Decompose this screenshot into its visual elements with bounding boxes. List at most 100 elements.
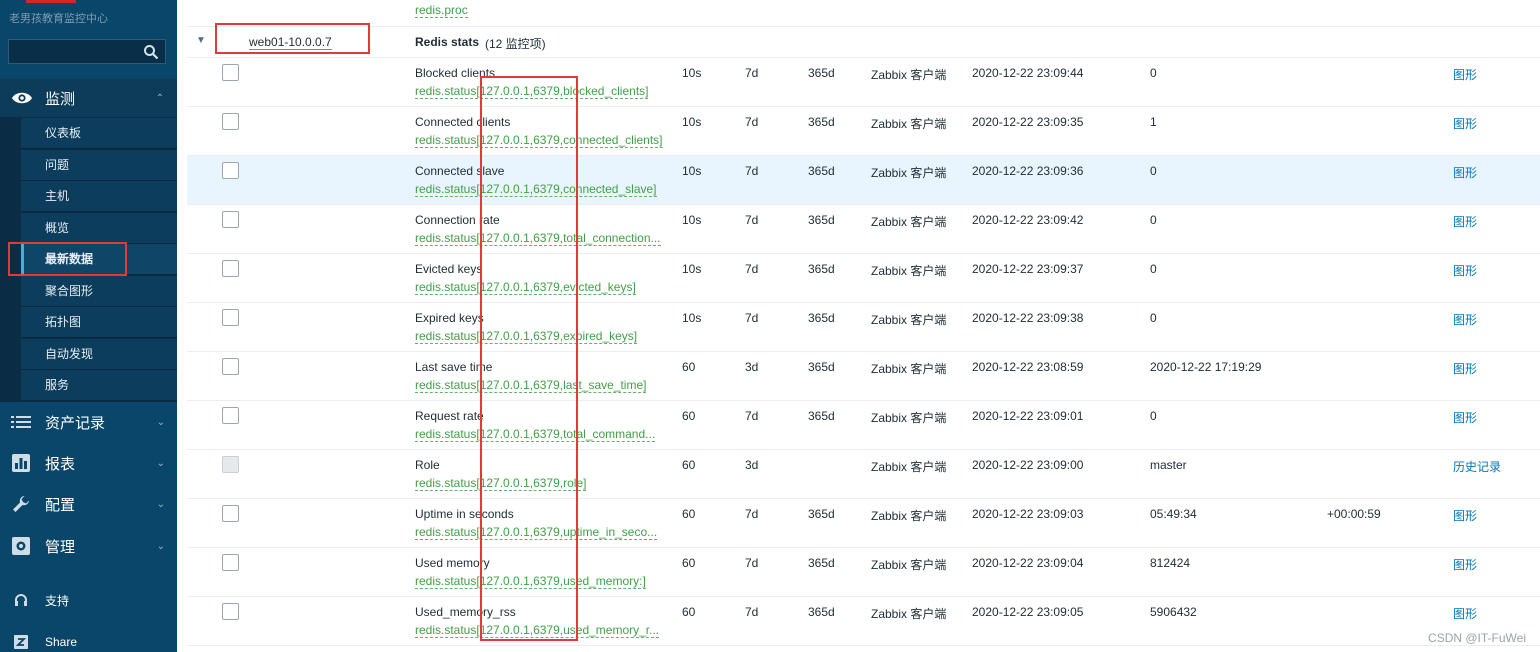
item-interval: 10s (682, 213, 702, 227)
item-key-link[interactable]: redis.status[127.0.0.1,6379,evicted_keys… (415, 280, 636, 295)
item-action-link[interactable]: 历史记录 (1453, 458, 1501, 475)
table-row: Connected clients redis.status[127.0.0.1,… (187, 107, 1540, 156)
row-checkbox (222, 456, 239, 473)
submenu-item-discovery[interactable]: 自动发现 (21, 339, 177, 370)
submenu-item-overview[interactable]: 概览 (21, 213, 177, 244)
monitor-submenu: 仪表板 问题 主机 概览 最新数据 聚合图形 拓扑图 自动发现 服务 (0, 117, 177, 402)
menu-monitor[interactable]: 监测 ⌃ (0, 79, 177, 117)
item-action-link[interactable]: 图形 (1453, 605, 1477, 622)
row-checkbox[interactable] (222, 505, 239, 522)
item-key-link[interactable]: redis.status[127.0.0.1,6379,connected_cl… (415, 133, 663, 148)
host-name[interactable]: web01-10.0.0.7 (249, 35, 332, 50)
menu-reports[interactable]: 报表 ⌄ (0, 445, 177, 481)
search-input[interactable] (8, 39, 166, 64)
list-icon (10, 415, 32, 429)
item-trends: 365d (808, 115, 835, 129)
item-action-link[interactable]: 图形 (1453, 507, 1477, 524)
zabbix-share-icon (10, 635, 32, 649)
item-last-check: 2020-12-22 23:09:04 (972, 556, 1084, 570)
row-checkbox[interactable] (222, 64, 239, 81)
row-checkbox[interactable] (222, 554, 239, 571)
item-last-value: 0 (1150, 409, 1157, 423)
menu-support[interactable]: 支持 (0, 582, 177, 618)
menu-inventory-label: 资产记录 (45, 414, 106, 432)
item-key-link[interactable]: redis.status[127.0.0.1,6379,total_connec… (415, 231, 661, 246)
item-name: Uptime in seconds (415, 507, 514, 521)
row-checkbox[interactable] (222, 260, 239, 277)
item-action-link[interactable]: 图形 (1453, 409, 1477, 426)
menu-inventory[interactable]: 资产记录 ⌄ (0, 404, 177, 440)
row-checkbox[interactable] (222, 162, 239, 179)
submenu-item-problems[interactable]: 问题 (21, 150, 177, 181)
menu-administration-label: 管理 (45, 538, 76, 556)
item-key-link[interactable]: redis.status[127.0.0.1,6379,last_save_ti… (415, 378, 647, 393)
item-trends: 365d (808, 311, 835, 325)
item-last-value: master (1150, 458, 1187, 472)
item-action-link[interactable]: 图形 (1453, 311, 1477, 328)
menu-share[interactable]: Share (0, 624, 177, 652)
submenu-item-hosts[interactable]: 主机 (21, 181, 177, 212)
submenu-item-screens[interactable]: 聚合图形 (21, 276, 177, 307)
item-type: Zabbix 客户端 (871, 460, 947, 474)
submenu-item-dashboard[interactable]: 仪表板 (21, 118, 177, 149)
item-action-link[interactable]: 图形 (1453, 213, 1477, 230)
submenu-item-maps[interactable]: 拓扑图 (21, 307, 177, 338)
row-checkbox[interactable] (222, 113, 239, 130)
item-type: Zabbix 客户端 (871, 68, 947, 82)
item-key-link[interactable]: redis.status[127.0.0.1,6379,total_comman… (415, 427, 656, 442)
item-history: 3d (745, 458, 759, 472)
gear-icon (10, 537, 32, 555)
item-key-link[interactable]: redis.status[127.0.0.1,6379,used_memory:… (415, 574, 646, 589)
item-key-link[interactable]: redis.status[127.0.0.1,6379,role] (415, 476, 587, 491)
item-action-link[interactable]: 图形 (1453, 164, 1477, 181)
row-checkbox[interactable] (222, 211, 239, 228)
item-name: Connected clients (415, 115, 511, 129)
group-row: ▼ web01-10.0.0.7 Redis stats (12 监控项) (187, 27, 1540, 58)
item-action-link[interactable]: 图形 (1453, 115, 1477, 132)
item-last-check: 2020-12-22 23:09:35 (972, 115, 1084, 129)
item-action-link[interactable]: 图形 (1453, 262, 1477, 279)
menu-administration[interactable]: 管理 ⌄ (0, 528, 177, 564)
item-interval: 10s (682, 311, 702, 325)
collapse-toggle-icon[interactable]: ▼ (196, 35, 206, 46)
item-key-link[interactable]: redis.proc (415, 3, 468, 18)
item-key-link[interactable]: redis.status[127.0.0.1,6379,expired_keys… (415, 329, 638, 344)
item-key-link[interactable]: redis.status[127.0.0.1,6379,connected_sl… (415, 182, 657, 197)
item-last-value: 5906432 (1150, 605, 1197, 619)
table-row: Role redis.status[127.0.0.1,6379,role] 60 3… (187, 450, 1540, 499)
item-name: Blocked clients (415, 66, 496, 80)
item-action-link[interactable]: 图形 (1453, 66, 1477, 83)
item-type: Zabbix 客户端 (871, 362, 947, 376)
chevron-down-icon: ⌄ (156, 498, 165, 510)
item-trends: 365d (808, 262, 835, 276)
application-name: Redis stats (415, 35, 480, 49)
search-icon[interactable] (143, 44, 159, 60)
item-interval: 10s (682, 262, 702, 276)
row-checkbox[interactable] (222, 358, 239, 375)
item-last-check: 2020-12-22 23:09:03 (972, 507, 1084, 521)
submenu-item-latest-data[interactable]: 最新数据 (21, 244, 177, 275)
item-history: 7d (745, 605, 759, 619)
item-last-value: 0 (1150, 311, 1157, 325)
row-checkbox[interactable] (222, 603, 239, 620)
row-checkbox[interactable] (222, 309, 239, 326)
table-row: Connection rate redis.status[127.0.0.1,63… (187, 205, 1540, 254)
item-last-check: 2020-12-22 23:09:05 (972, 605, 1084, 619)
item-key-link[interactable]: redis.status[127.0.0.1,6379,uptime_in_se… (415, 525, 658, 540)
table-row: Request rate redis.status[127.0.0.1,6379,… (187, 401, 1540, 450)
item-last-check: 2020-12-22 23:09:42 (972, 213, 1084, 227)
item-action-link[interactable]: 图形 (1453, 360, 1477, 377)
item-history: 3d (745, 360, 759, 374)
item-key-link[interactable]: redis.status[127.0.0.1,6379,blocked_clie… (415, 84, 649, 99)
submenu-item-services[interactable]: 服务 (21, 370, 177, 401)
menu-configuration[interactable]: 配置 ⌄ (0, 486, 177, 522)
item-type: Zabbix 客户端 (871, 215, 947, 229)
item-interval: 60 (682, 458, 696, 472)
item-action-link[interactable]: 图形 (1453, 556, 1477, 573)
table-row: Evicted keys redis.status[127.0.0.1,6379,… (187, 254, 1540, 303)
eye-icon (11, 89, 33, 107)
row-checkbox[interactable] (222, 407, 239, 424)
item-trends: 365d (808, 66, 835, 80)
bar-chart-icon (10, 454, 32, 472)
item-key-link[interactable]: redis.status[127.0.0.1,6379,used_memory_… (415, 623, 660, 638)
